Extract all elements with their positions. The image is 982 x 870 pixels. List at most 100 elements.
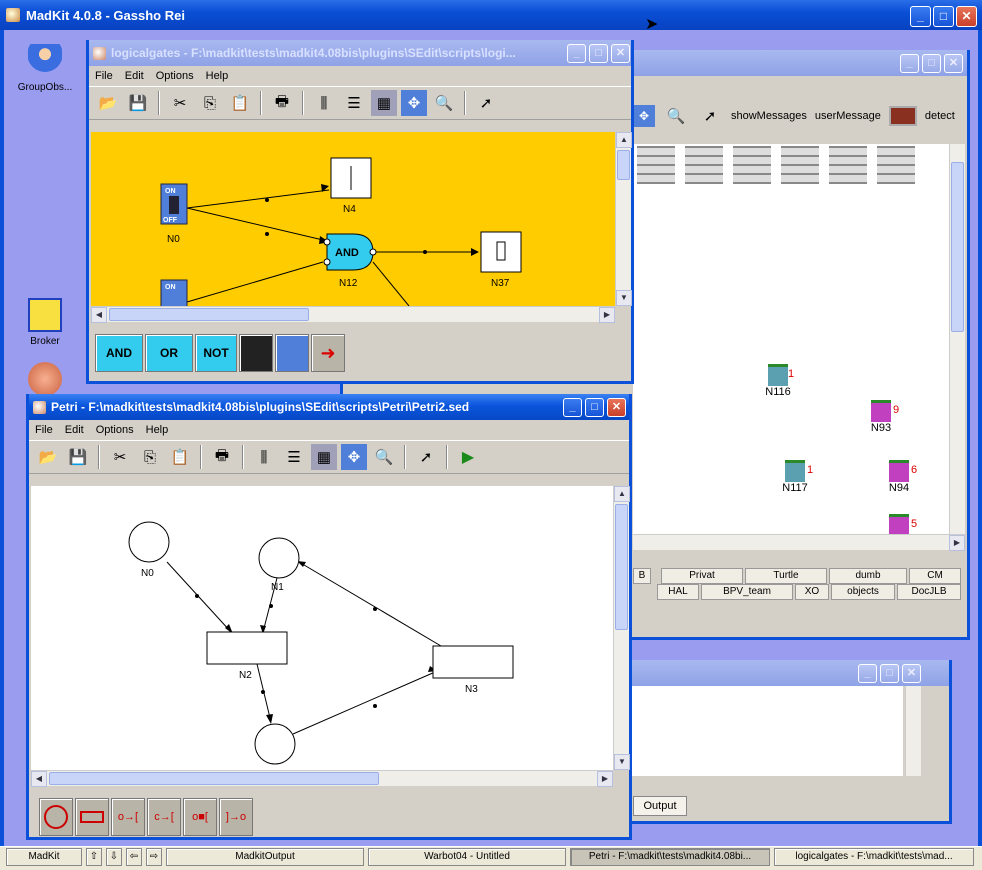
desktop-icon-broker[interactable]: Broker xyxy=(10,298,80,347)
place-n1[interactable] xyxy=(258,537,300,579)
pointer-icon[interactable]: ➚ xyxy=(413,444,439,470)
logicalgates-title-bar[interactable]: logicalgates - F:\madkit\tests\madkit4.0… xyxy=(89,40,631,66)
open-icon[interactable]: 📂 xyxy=(35,444,61,470)
output-title-bar[interactable]: _ □ ✕ xyxy=(603,660,949,686)
taskbar-left-arrow-icon[interactable]: ⇦ xyxy=(126,848,142,866)
logic-vscroll[interactable]: ▲ ▼ xyxy=(615,132,632,306)
fit-icon[interactable]: ✥ xyxy=(401,90,427,116)
copy-icon[interactable]: ⎘ xyxy=(137,444,163,470)
scroll-thumb[interactable] xyxy=(615,504,628,630)
agent-partial[interactable]: 5 xyxy=(879,514,919,534)
taskbar-item-logicalgates[interactable]: logicalgates - F:\madkit\tests\mad... xyxy=(774,848,974,866)
tab-objects[interactable]: objects xyxy=(831,584,895,600)
menu-edit[interactable]: Edit xyxy=(125,70,144,82)
petri-vscroll[interactable]: ▲ ▼ xyxy=(613,486,630,770)
taskbar-item-petri[interactable]: Petri - F:\madkit\tests\madkit4.08bi... xyxy=(570,848,770,866)
tab-hal[interactable]: HAL xyxy=(657,584,699,600)
output-text-area[interactable] xyxy=(603,686,903,776)
menu-help[interactable]: Help xyxy=(146,424,169,436)
menu-help[interactable]: Help xyxy=(206,70,229,82)
place-n0[interactable] xyxy=(128,521,170,563)
place-unnamed[interactable] xyxy=(254,723,296,765)
arrow-right-icon[interactable]: ➜ xyxy=(311,334,345,372)
reset-arc-tool-icon[interactable]: ]→o xyxy=(219,798,253,836)
cut-icon[interactable]: ✂ xyxy=(107,444,133,470)
inhibitor-arc-tool-icon[interactable]: c→[ xyxy=(147,798,181,836)
main-title-bar[interactable]: MadKit 4.0.8 - Gassho Rei _ □ ✕ xyxy=(0,0,982,30)
align-horizontal-icon[interactable]: ⫼ xyxy=(311,90,337,116)
align-vertical-icon[interactable]: ☰ xyxy=(281,444,307,470)
maximize-button[interactable]: □ xyxy=(589,44,608,63)
save-icon[interactable]: 💾 xyxy=(65,444,91,470)
palette-or[interactable]: OR xyxy=(145,334,193,372)
align-vertical-icon[interactable]: ☰ xyxy=(341,90,367,116)
zoom-icon[interactable]: 🔍 xyxy=(371,444,397,470)
save-icon[interactable]: 💾 xyxy=(125,90,151,116)
output-n37[interactable] xyxy=(480,231,522,273)
fit-icon[interactable]: ✥ xyxy=(633,105,655,127)
desktop-icon-groupobserver[interactable]: GroupObs... xyxy=(10,44,80,93)
agent-n117[interactable]: N117 1 xyxy=(775,460,815,494)
seven-segment-icon[interactable] xyxy=(239,334,273,372)
agent-n94[interactable]: N94 6 xyxy=(879,460,919,494)
scroll-right-arrow[interactable]: ▶ xyxy=(597,771,613,787)
close-button[interactable]: ✕ xyxy=(902,664,921,683)
show-messages-label[interactable]: showMessages xyxy=(731,110,807,122)
petri-hscroll[interactable]: ◀ ▶ xyxy=(31,770,613,787)
run-icon[interactable]: ▶ xyxy=(455,444,481,470)
tab-cm[interactable]: CM xyxy=(909,568,961,584)
switch-palette-icon[interactable] xyxy=(275,334,309,372)
scroll-left-arrow[interactable]: ◀ xyxy=(91,307,107,323)
menu-edit[interactable]: Edit xyxy=(65,424,84,436)
scroll-down-arrow[interactable]: ▼ xyxy=(614,754,630,770)
scroll-thumb[interactable] xyxy=(951,162,964,332)
maximize-button[interactable]: □ xyxy=(922,54,941,73)
transition-tool-icon[interactable] xyxy=(75,798,109,836)
logic-canvas[interactable]: ON OFF N0 ON N4 AND N12 N37 xyxy=(91,132,615,306)
detect-label[interactable]: detect xyxy=(925,110,955,122)
palette-not[interactable]: NOT xyxy=(195,334,237,372)
maximize-button[interactable]: □ xyxy=(933,6,954,27)
fit-icon[interactable]: ✥ xyxy=(341,444,367,470)
scroll-right-arrow[interactable]: ▶ xyxy=(949,535,965,551)
tab-turtle[interactable]: Turtle xyxy=(745,568,827,584)
scroll-left-arrow[interactable]: ◀ xyxy=(31,771,47,787)
menu-file[interactable]: File xyxy=(95,70,113,82)
tab-bpv-team[interactable]: BPV_team xyxy=(701,584,793,600)
taskbar-item-madkit[interactable]: MadKit xyxy=(6,848,82,866)
taskbar-right-arrow-icon[interactable]: ⇨ xyxy=(146,848,162,866)
tab-docjlb[interactable]: DocJLB xyxy=(897,584,961,600)
zoom-icon[interactable]: 🔍 xyxy=(663,103,689,129)
agent-n116[interactable]: N116 1 xyxy=(758,364,798,398)
menu-options[interactable]: Options xyxy=(96,424,134,436)
petri-canvas[interactable]: N0 N1 N2 N3 xyxy=(31,486,613,770)
taskbar-up-arrow-icon[interactable]: ⇧ xyxy=(86,848,102,866)
scroll-up-arrow[interactable]: ▲ xyxy=(616,132,632,148)
scroll-thumb[interactable] xyxy=(617,150,630,180)
output-button[interactable]: Output xyxy=(633,796,687,816)
grid-icon[interactable]: ▦ xyxy=(371,90,397,116)
grid-icon[interactable]: ▦ xyxy=(311,444,337,470)
transition-n2[interactable] xyxy=(206,631,288,665)
close-button[interactable]: ✕ xyxy=(611,44,630,63)
minimize-button[interactable]: _ xyxy=(910,6,931,27)
copy-icon[interactable]: ⎘ xyxy=(197,90,223,116)
tab-privat[interactable]: Privat xyxy=(661,568,743,584)
transition-n3[interactable] xyxy=(432,645,514,679)
minimize-button[interactable]: _ xyxy=(900,54,919,73)
paste-icon[interactable]: 📋 xyxy=(227,90,253,116)
menu-options[interactable]: Options xyxy=(156,70,194,82)
close-button[interactable]: ✕ xyxy=(956,6,977,27)
scroll-thumb[interactable] xyxy=(109,308,309,321)
close-button[interactable]: ✕ xyxy=(607,398,626,417)
minimize-button[interactable]: _ xyxy=(858,664,877,683)
logic-hscroll[interactable]: ◀ ▶ xyxy=(91,306,615,323)
arena-vscroll[interactable] xyxy=(949,144,965,534)
arena-hscroll[interactable]: ▶ xyxy=(633,534,965,551)
test-arc-tool-icon[interactable]: o■[ xyxy=(183,798,217,836)
scroll-up-arrow[interactable]: ▲ xyxy=(614,486,630,502)
menu-file[interactable]: File xyxy=(35,424,53,436)
zoom-icon[interactable]: 🔍 xyxy=(431,90,457,116)
pointer-icon[interactable]: ➚ xyxy=(473,90,499,116)
taskbar-item-warbot[interactable]: Warbot04 - Untitled xyxy=(368,848,566,866)
